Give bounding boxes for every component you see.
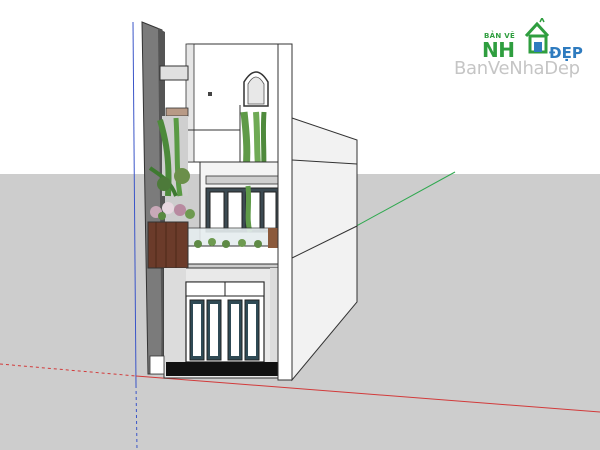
watermark-text: BanVeNhaDep bbox=[454, 58, 580, 79]
ground-floor bbox=[149, 267, 293, 379]
red-axis-line bbox=[135, 375, 600, 413]
blue-axis-dashed bbox=[135, 384, 138, 450]
blue-axis-line bbox=[132, 21, 137, 386]
red-axis-dashed bbox=[0, 363, 137, 377]
sketchup-viewport[interactable]: BẢN VẼ NH ĐẸP BanVeNhaDep bbox=[0, 0, 600, 450]
side-wall bbox=[291, 117, 358, 382]
middle-floor bbox=[187, 161, 293, 265]
logo-main-text: NH bbox=[482, 38, 515, 62]
front-right-wall bbox=[277, 43, 293, 381]
upper-facade bbox=[185, 43, 293, 163]
wood-planter-box bbox=[147, 202, 195, 269]
